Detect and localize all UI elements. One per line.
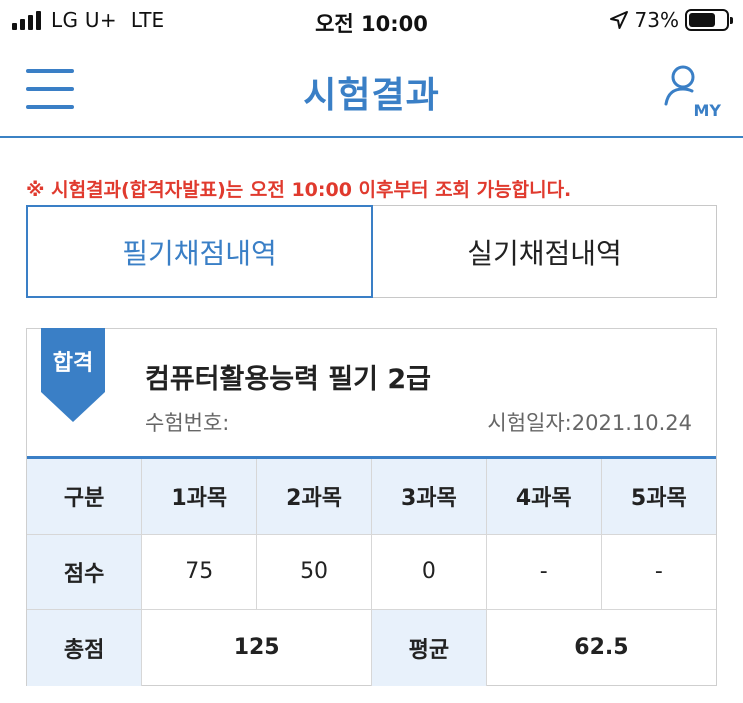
average-label: 평균 <box>371 609 487 686</box>
page-title: 시험결과 <box>303 75 440 116</box>
score-cell: 0 <box>371 534 487 610</box>
battery-percent: 73% <box>634 8 679 32</box>
table-header-row: 구분 1과목 2과목 3과목 4과목 5과목 <box>27 459 716 535</box>
header-cell: 5과목 <box>601 459 716 535</box>
app-header: 시험결과 MY <box>0 42 743 138</box>
score-table: 구분 1과목 2과목 3과목 4과목 5과목 점수 75 50 0 - - 총점… <box>27 459 716 686</box>
exam-name: 컴퓨터활용능력 필기 2급 <box>145 364 431 395</box>
header-cell: 2과목 <box>256 459 372 535</box>
score-cell: - <box>486 534 602 610</box>
tab-practical[interactable]: 실기채점내역 <box>373 205 717 298</box>
average-value: 62.5 <box>574 635 629 661</box>
pass-status: 합격 <box>52 351 94 376</box>
result-card: 합격 컴퓨터활용능력 필기 2급 수험번호: 시험일자:2021.10.24 구… <box>26 328 717 686</box>
score-cell: 50 <box>256 534 372 610</box>
notice-text: ※ 시험결과(합격자발표)는 오전 10:00 이후부터 조회 가능합니다. <box>26 179 572 201</box>
header-cell: 3과목 <box>371 459 487 535</box>
result-card-header: 합격 컴퓨터활용능력 필기 2급 수험번호: 시험일자:2021.10.24 <box>27 328 716 459</box>
battery-icon <box>685 9 733 31</box>
total-value: 125 <box>141 609 372 686</box>
score-cell: - <box>601 534 716 610</box>
exam-date: 시험일자:2021.10.24 <box>487 411 692 435</box>
exam-number-label: 수험번호: <box>145 411 230 435</box>
total-label: 총점 <box>27 609 143 686</box>
table-row: 점수 75 50 0 - - <box>27 534 716 610</box>
result-tabs: 필기채점내역 실기채점내역 <box>26 205 717 298</box>
score-cell: 75 <box>141 534 258 610</box>
header-cell: 4과목 <box>486 459 602 535</box>
tab-written[interactable]: 필기채점내역 <box>26 205 373 298</box>
header-cell: 구분 <box>27 459 143 535</box>
location-arrow-icon <box>609 11 628 29</box>
table-row: 총점 125 평균 62.5 <box>27 609 716 686</box>
header-cell: 1과목 <box>141 459 258 535</box>
my-label: MY <box>693 101 721 120</box>
my-page-button[interactable]: MY <box>663 64 721 120</box>
status-bar: LG U+ LTE 오전 10:00 73% <box>0 0 743 42</box>
score-row-label: 점수 <box>27 534 143 610</box>
status-right: 73% <box>609 8 733 32</box>
